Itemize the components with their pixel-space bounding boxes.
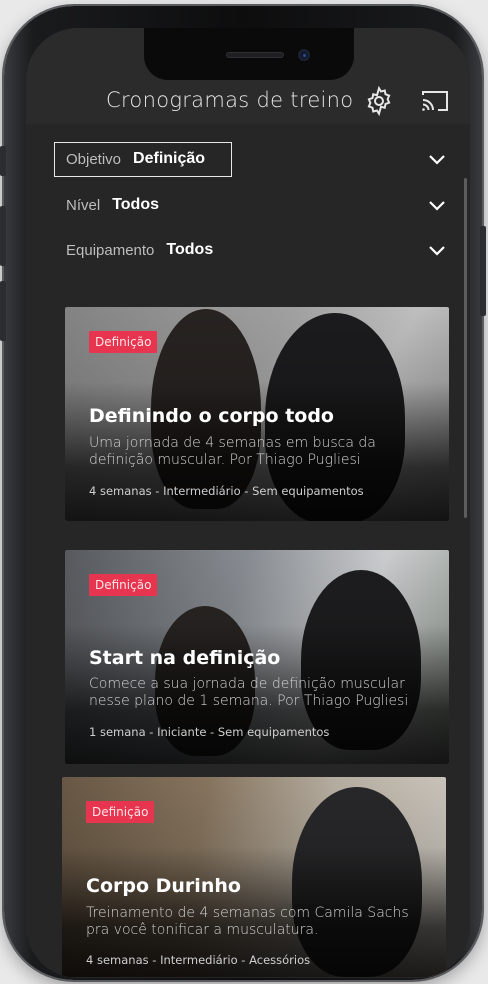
speaker: [226, 52, 284, 58]
filter-objetivo[interactable]: Objetivo Definição: [54, 142, 446, 177]
category-badge: Definição: [89, 574, 158, 596]
notch: [144, 28, 354, 80]
category-badge: Definição: [86, 801, 155, 823]
workout-card[interactable]: Definição Corpo Durinho Treinamento de 4…: [62, 777, 446, 977]
chevron-down-icon[interactable]: [428, 196, 446, 214]
gear-icon[interactable]: [364, 86, 394, 116]
filter-label: Nível: [66, 196, 101, 214]
app-screen: Cronogramas de treino Objetivo Definição: [26, 28, 470, 978]
card-description: Treinamento de 4 semanas com Camila Sach…: [86, 905, 409, 938]
card-meta: 4 semanas - Intermediário - Acessórios: [86, 953, 311, 967]
volume-down-button: [0, 281, 6, 341]
filter-nivel[interactable]: Nível Todos: [54, 188, 446, 222]
workout-card[interactable]: Definição Definindo o corpo todo Uma jor…: [65, 307, 449, 521]
card-title: Start na definição: [89, 647, 281, 669]
card-description: Comece a sua jornada de definição muscul…: [89, 676, 409, 709]
chevron-down-icon[interactable]: [428, 150, 446, 168]
card-description: Uma jornada de 4 semanas em busca da def…: [89, 435, 376, 468]
cast-icon[interactable]: [420, 88, 450, 114]
chevron-down-icon[interactable]: [428, 241, 446, 259]
card-title: Definindo o corpo todo: [89, 405, 334, 427]
focus-outline: [54, 142, 232, 177]
filters-panel: Objetivo Definição Nível Todos Equipamen…: [26, 124, 470, 296]
filter-label: Equipamento: [66, 241, 155, 259]
front-camera: [298, 49, 310, 61]
workout-card[interactable]: Definição Start na definição Comece a su…: [65, 550, 449, 764]
filter-equipamento[interactable]: Equipamento Todos: [54, 233, 446, 267]
power-button: [480, 226, 486, 316]
category-badge: Definição: [89, 331, 158, 353]
card-title: Corpo Durinho: [86, 875, 241, 897]
volume-up-button: [0, 206, 6, 266]
filter-value: Todos: [112, 196, 159, 213]
phone-frame: Cronogramas de treino Objetivo Definição: [0, 6, 486, 980]
filter-value: Todos: [166, 241, 214, 258]
card-meta: 1 semana - Iniciante - Sem equipamentos: [89, 725, 330, 739]
scrollbar[interactable]: [464, 178, 467, 518]
page-title: Cronogramas de treino: [106, 88, 354, 112]
mute-switch: [0, 146, 6, 176]
card-meta: 4 semanas - Intermediário - Sem equipame…: [89, 484, 364, 498]
